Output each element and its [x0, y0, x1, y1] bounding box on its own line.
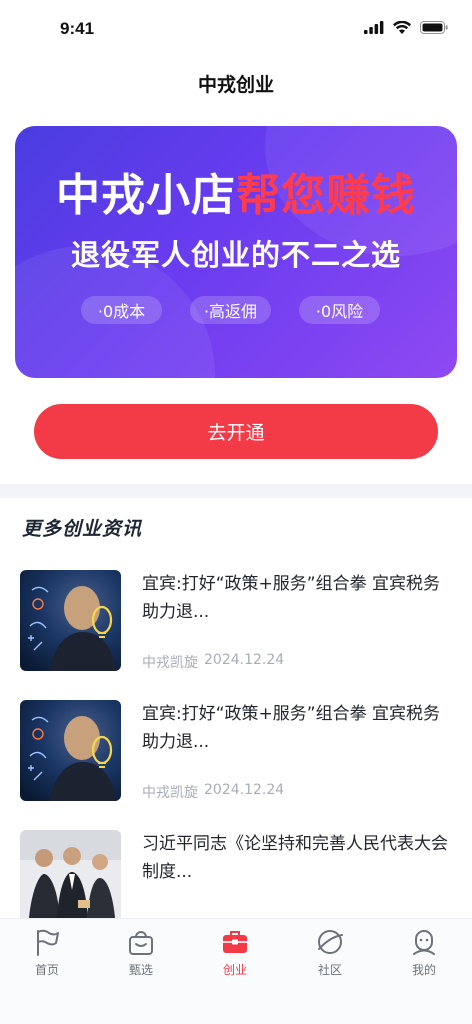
tab-profile[interactable]: 我的 — [377, 927, 471, 978]
cellular-signal-icon — [364, 21, 384, 34]
basket-icon — [129, 931, 153, 955]
news-title: 宜宾:打好“政策+服务”组合拳 宜宾税务助力退... — [142, 704, 440, 752]
tab-home[interactable]: 首页 — [0, 927, 94, 978]
banner-tag: ·0风险 — [299, 296, 380, 324]
news-item[interactable]: 宜宾:打好“政策+服务”组合拳 宜宾税务助力退... 中戎凯旋 2024.12.… — [20, 700, 452, 804]
tab-selection[interactable]: 甄选 — [94, 927, 188, 978]
news-meta: 中戎凯旋 2024.12.24 — [142, 652, 284, 672]
page-title: 中戎创业 — [197, 74, 274, 96]
status-bar: 9:41 — [0, 0, 472, 56]
news-title: 习近平同志《论坚持和完善人民代表大会制度... — [142, 834, 448, 882]
bottom-tab-bar: 首页 甄选 创业 社区 我的 — [0, 918, 472, 1024]
banner-title-red: 帮您赚钱 — [236, 170, 416, 221]
section-divider — [0, 484, 472, 498]
tab-label: 创业 — [222, 963, 247, 977]
promo-banner[interactable]: 中戎小店帮您赚钱 退役军人创业的不二之选 ·0成本 ·高返佣 ·0风险 — [15, 126, 457, 378]
news-meta: 中戎凯旋 2024.12.24 — [142, 782, 284, 802]
news-source: 中戎凯旋 — [142, 785, 198, 801]
wifi-icon — [393, 21, 411, 34]
tab-label: 首页 — [34, 963, 59, 977]
news-date: 2024.12.24 — [204, 782, 285, 798]
open-store-button[interactable]: 去开通 — [34, 404, 438, 459]
news-thumbnail — [20, 700, 121, 801]
battery-icon — [420, 21, 448, 34]
status-time: 9:41 — [60, 19, 95, 38]
news-thumbnail — [20, 830, 121, 931]
banner-subtitle: 退役军人创业的不二之选 — [70, 238, 401, 272]
banner-tags: ·0成本 ·高返佣 ·0风险 — [81, 296, 380, 324]
status-icons — [364, 21, 448, 34]
tab-label: 甄选 — [128, 963, 153, 977]
news-source: 中戎凯旋 — [142, 655, 198, 671]
planet-icon — [318, 930, 343, 954]
banner-title: 中戎小店帮您赚钱 — [15, 159, 457, 223]
section-title: 更多创业资讯 — [22, 518, 143, 540]
flag-icon — [37, 929, 59, 956]
banner-tag: ·高返佣 — [190, 296, 271, 324]
banner-tag: ·0成本 — [81, 296, 162, 324]
profile-icon — [413, 930, 435, 955]
tab-entrepreneurship[interactable]: 创业 — [188, 927, 282, 978]
tab-label: 社区 — [317, 963, 342, 977]
news-item[interactable]: 宜宾:打好“政策+服务”组合拳 宜宾税务助力退... 中戎凯旋 2024.12.… — [20, 570, 452, 674]
briefcase-icon — [223, 931, 247, 953]
news-date: 2024.12.24 — [204, 652, 285, 668]
news-title: 宜宾:打好“政策+服务”组合拳 宜宾税务助力退... — [142, 574, 440, 622]
banner-title-white: 中戎小店 — [56, 170, 236, 221]
tab-label: 我的 — [411, 963, 436, 977]
news-thumbnail — [20, 570, 121, 671]
tab-community[interactable]: 社区 — [283, 927, 377, 978]
